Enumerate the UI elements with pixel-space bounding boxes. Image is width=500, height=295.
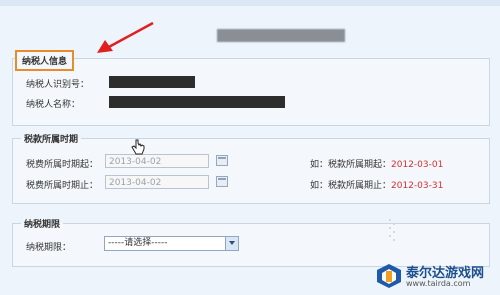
red-arrow-icon	[97, 21, 154, 53]
tax-deadline-selected: -----请选择-----	[108, 238, 168, 248]
tax-deadline-legend: 纳税期限	[24, 220, 61, 230]
taxpayer-id-label: 纳税人识别号：	[26, 80, 90, 90]
calendar-icon[interactable]	[216, 155, 228, 166]
watermark-url: www.tairda.com	[406, 279, 471, 288]
period-start-label: 税费所属时期起：	[26, 160, 99, 170]
top-bar	[0, 0, 500, 6]
period-start-input[interactable]: 2013-04-02	[105, 154, 209, 168]
redacted-title	[217, 29, 345, 42]
tax-deadline-label: 纳税期限：	[26, 243, 72, 253]
hand-cursor-icon	[131, 139, 145, 155]
calendar-icon[interactable]	[216, 176, 228, 187]
period-end-label: 税费所属时期止：	[26, 181, 99, 191]
tax-period-legend: 税款所属时期	[24, 135, 79, 145]
period-end-input[interactable]: 2013-04-02	[105, 175, 209, 189]
taxpayer-info-section	[12, 58, 490, 126]
taxpayer-name-label: 纳税人名称：	[26, 100, 81, 110]
redacted-taxpayer-name	[109, 96, 285, 108]
watermark-logo-icon	[377, 264, 401, 288]
redacted-taxpayer-id	[109, 76, 195, 88]
dropdown-arrow-icon[interactable]	[225, 237, 238, 250]
watermark: 泰尔达游戏网 www.tairda.com	[372, 256, 500, 295]
tax-deadline-select[interactable]: -----请选择-----	[104, 236, 239, 251]
taxpayer-info-legend: 纳税人信息	[15, 50, 75, 71]
